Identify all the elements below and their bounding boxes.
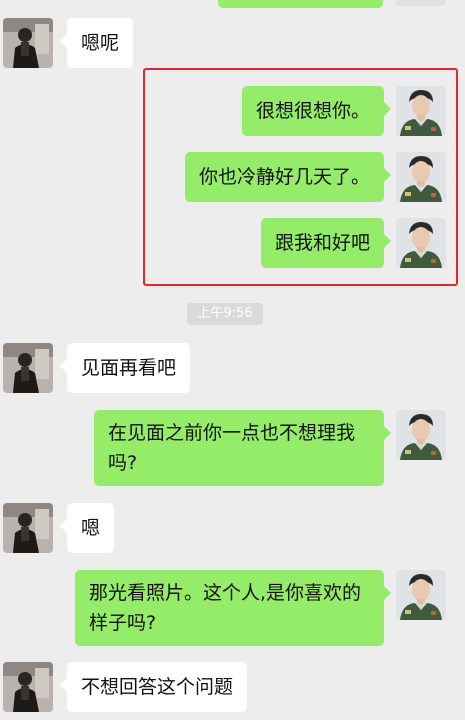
user-avatar[interactable] — [396, 410, 446, 460]
illustrated-man-avatar-icon — [396, 218, 446, 268]
sent-message-bubble[interactable]: 在见面之前你一点也不想理我吗? — [94, 410, 391, 486]
received-message-bubble[interactable]: 嗯 — [59, 503, 115, 553]
contact-avatar[interactable] — [3, 503, 53, 553]
contact-avatar[interactable] — [3, 18, 53, 68]
user-avatar[interactable] — [396, 218, 446, 268]
received-message-bubble[interactable]: 不想回答这个问题 — [59, 662, 248, 712]
person-in-dark-suit-avatar-icon — [3, 503, 53, 553]
illustrated-man-avatar-icon — [396, 86, 446, 136]
contact-avatar[interactable] — [3, 662, 53, 712]
sent-message-bubble[interactable]: 那光看照片。这个人,是你喜欢的样子吗? — [75, 570, 391, 646]
contact-avatar[interactable] — [3, 343, 53, 393]
partial-avatar — [396, 0, 446, 6]
sent-message-bubble[interactable]: 跟我和好吧 — [260, 218, 392, 268]
sent-message-bubble[interactable]: 你也冷静好几天了。 — [184, 152, 392, 202]
user-avatar[interactable] — [396, 152, 446, 202]
person-in-dark-suit-avatar-icon — [3, 18, 53, 68]
received-message-bubble[interactable]: 见面再看吧 — [59, 343, 191, 393]
user-avatar[interactable] — [396, 86, 446, 136]
person-in-dark-suit-avatar-icon — [3, 343, 53, 393]
person-in-dark-suit-avatar-icon — [3, 662, 53, 712]
user-avatar[interactable] — [396, 570, 446, 620]
illustrated-man-avatar-icon — [396, 570, 446, 620]
partial-sent-bubble — [218, 0, 383, 8]
illustrated-man-avatar-icon — [396, 410, 446, 460]
sent-message-bubble[interactable]: 很想很想你。 — [241, 86, 392, 136]
message-timestamp: 上午9:56 — [187, 303, 263, 325]
received-message-bubble[interactable]: 嗯呢 — [59, 18, 134, 68]
illustrated-man-avatar-icon — [396, 152, 446, 202]
